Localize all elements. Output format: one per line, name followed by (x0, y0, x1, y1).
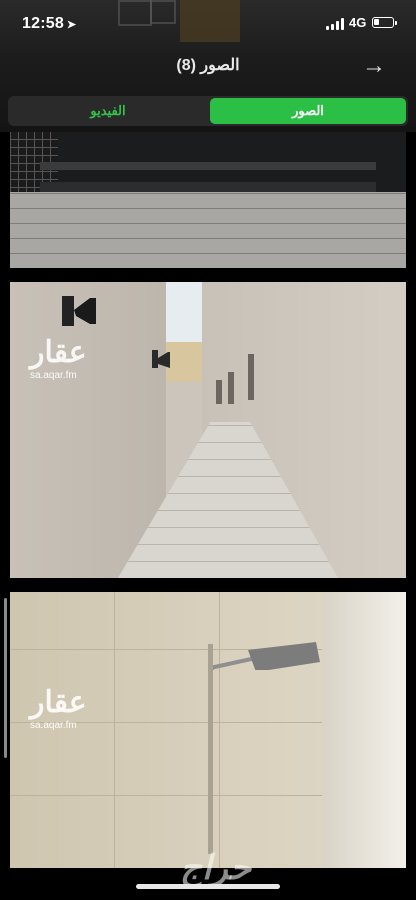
paved-floor (10, 192, 406, 268)
status-bar: 12:58 ➤ 4G (0, 0, 416, 50)
watermark-url: sa.aqar.fm (30, 370, 77, 381)
location-arrow-icon: ➤ (66, 19, 77, 31)
watermark: عقار sa.aqar.fm (30, 336, 110, 382)
wall-lamp-icon (152, 350, 170, 368)
back-arrow-icon[interactable]: → (362, 52, 386, 80)
watermark-logo: عقار (30, 686, 87, 719)
tab-bar: الفيديو الصور (8, 96, 408, 126)
scroll-indicator (4, 598, 7, 758)
gallery-photo-corridor[interactable] (10, 282, 406, 578)
signal-icon (326, 18, 344, 30)
watermark-logo: عقار (30, 336, 87, 369)
watermark-url: sa.aqar.fm (30, 720, 77, 731)
tab-photos[interactable]: الصور (210, 98, 406, 124)
time-text: 12:58 (22, 15, 64, 32)
battery-icon (372, 17, 397, 28)
gallery-photo-entrance[interactable] (10, 132, 406, 268)
tab-video[interactable]: الفيديو (10, 98, 206, 124)
shower-head-icon (208, 642, 320, 670)
wall-lamp-icon (62, 296, 96, 326)
watermark: عقار sa.aqar.fm (30, 686, 110, 732)
haraj-logo: حراج (180, 849, 252, 887)
page-title: الصور (8) (176, 57, 240, 74)
network-type: 4G (349, 15, 367, 30)
home-indicator[interactable] (136, 884, 280, 889)
status-time: 12:58 ➤ (22, 15, 76, 33)
